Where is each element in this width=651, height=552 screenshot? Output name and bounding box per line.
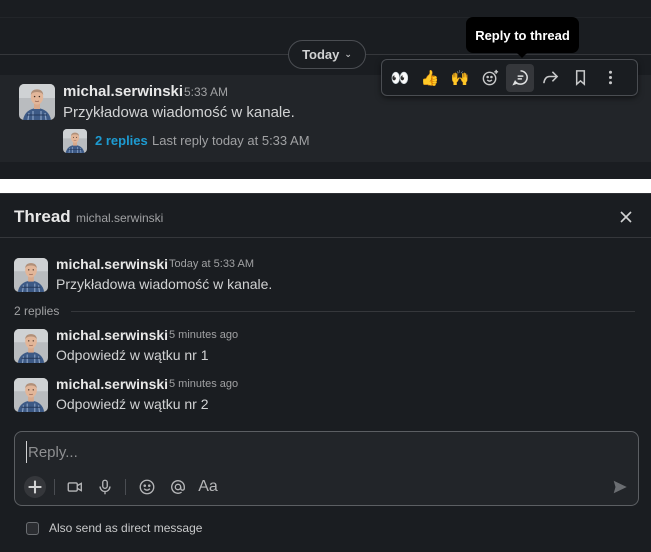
- send-icon: [613, 480, 627, 494]
- message-author[interactable]: michal.serwinski: [56, 256, 168, 272]
- more-actions-button[interactable]: [596, 64, 624, 92]
- eyes-reaction-button[interactable]: 👀: [386, 64, 414, 92]
- message-author[interactable]: michal.serwinski: [63, 83, 183, 100]
- message-text: Odpowiedź w wątku nr 1: [56, 347, 209, 363]
- previous-message-row: [0, 0, 651, 18]
- replies-count-label: 2 replies: [14, 304, 60, 318]
- plus-icon: [24, 476, 46, 498]
- more-vertical-icon: [608, 70, 612, 85]
- thread-channel-name[interactable]: michal.serwinski: [76, 211, 163, 225]
- channel-view: Today ⌄ michal.serwinski 5:33 AM Przykła…: [0, 0, 651, 179]
- tooltip: Reply to thread: [466, 17, 579, 58]
- replies-divider: [71, 311, 635, 312]
- save-bookmark-button[interactable]: [566, 64, 594, 92]
- share-message-icon: [542, 71, 558, 84]
- add-reaction-icon: [482, 69, 498, 86]
- message-text: Odpowiedź w wątku nr 2: [56, 396, 209, 412]
- formatting-label: Aa: [198, 478, 218, 495]
- toolbar-divider: [125, 479, 126, 495]
- mention-button[interactable]: [167, 476, 189, 498]
- thread-reply[interactable]: michal.serwinski 5 minutes ago Odpowiedź…: [0, 376, 651, 420]
- message-timestamp[interactable]: 5 minutes ago: [169, 329, 238, 341]
- thread-replies-link[interactable]: 2 replies: [95, 133, 148, 148]
- formatting-button[interactable]: Aa: [197, 476, 219, 498]
- message-actions-toolbar: 👀 👍 🙌: [381, 59, 638, 96]
- toolbar-divider: [54, 479, 55, 495]
- also-send-checkbox[interactable]: [26, 521, 39, 535]
- avatar[interactable]: [14, 258, 48, 292]
- reply-avatar: [63, 129, 87, 153]
- message-timestamp[interactable]: Today at 5:33 AM: [169, 258, 254, 270]
- also-send-dm-option[interactable]: Also send as direct message: [26, 521, 202, 535]
- avatar[interactable]: [14, 378, 48, 412]
- message-author[interactable]: michal.serwinski: [56, 327, 168, 343]
- reply-composer: Aa: [14, 431, 639, 506]
- emoji-icon: [139, 479, 155, 495]
- attach-button[interactable]: [24, 476, 46, 498]
- reply-input[interactable]: [26, 441, 616, 463]
- at-sign-icon: [171, 479, 185, 494]
- chevron-down-icon: ⌄: [344, 49, 352, 59]
- message-author[interactable]: michal.serwinski: [56, 376, 168, 392]
- thread-reply[interactable]: michal.serwinski 5 minutes ago Odpowiedź…: [0, 327, 651, 371]
- thread-header: Thread michal.serwinski: [0, 194, 651, 238]
- emoji-button[interactable]: [136, 476, 158, 498]
- avatar[interactable]: [14, 329, 48, 363]
- last-reply-text: Last reply today at 5:33 AM: [152, 133, 310, 148]
- video-camera-icon: [67, 482, 82, 492]
- message-timestamp[interactable]: 5:33 AM: [184, 85, 228, 99]
- also-send-label: Also send as direct message: [49, 521, 203, 535]
- thread-parent-message[interactable]: michal.serwinski Today at 5:33 AM Przykł…: [0, 256, 651, 300]
- add-reaction-button[interactable]: [476, 64, 504, 92]
- close-thread-button[interactable]: [615, 206, 637, 228]
- reply-in-thread-icon: [511, 70, 528, 86]
- thumbs-up-reaction-button[interactable]: 👍: [416, 64, 444, 92]
- share-message-button[interactable]: [536, 64, 564, 92]
- microphone-icon: [99, 479, 111, 495]
- audio-clip-button[interactable]: [94, 476, 116, 498]
- thread-title: Thread: [14, 207, 71, 226]
- avatar[interactable]: [19, 84, 55, 120]
- bookmark-icon: [575, 70, 585, 86]
- message-text: Przykładowa wiadomość w kanale.: [63, 104, 295, 121]
- video-clip-button[interactable]: [64, 476, 86, 498]
- date-divider-button[interactable]: Today ⌄: [288, 40, 366, 69]
- date-divider-label: Today: [302, 47, 340, 62]
- thread-panel: Thread michal.serwinski michal.serwinski…: [0, 193, 651, 552]
- raised-hands-reaction-button[interactable]: 🙌: [446, 64, 474, 92]
- message-timestamp[interactable]: 5 minutes ago: [169, 378, 238, 390]
- send-button[interactable]: [609, 476, 631, 498]
- close-icon: [620, 211, 632, 223]
- message-text: Przykładowa wiadomość w kanale.: [56, 276, 273, 292]
- reply-in-thread-button[interactable]: [506, 63, 534, 92]
